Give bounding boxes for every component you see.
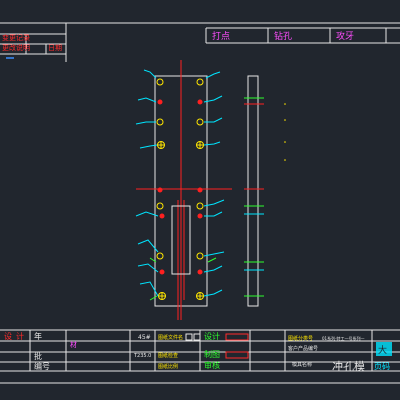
title-label-number: 编号 <box>34 361 50 371</box>
customer-label: 客户产品编号 <box>288 345 318 352</box>
part-field-file: 图纸文件名 <box>158 334 183 341</box>
title-label-year: 年 <box>34 331 42 341</box>
date-label: 日期 <box>48 44 62 52</box>
title-label-design: 设 <box>4 331 12 341</box>
change-description-label: 更改说明 <box>2 43 30 52</box>
process-item-tap[interactable]: 攻牙 <box>336 30 354 42</box>
part-field-check: 图纸检查 <box>158 352 178 359</box>
material-label: 材 <box>70 340 77 349</box>
drawing-number-value: 01系列-特工一号系列一 <box>322 335 365 341</box>
title-block: 设 计 年 批 编号 材 45# T235.0 图纸文件名 图纸检查 图纸比例 … <box>0 330 400 373</box>
page-number-label: 页码 <box>374 362 390 371</box>
part-name: 冲孔模 <box>332 359 365 373</box>
product-name-label: 模具名称 <box>292 361 312 368</box>
heat-treatment-value: T235.0 <box>133 353 151 359</box>
process-item-drill[interactable]: 钻孔 <box>274 30 292 42</box>
revision-record-label: 变更记录 <box>2 33 30 42</box>
process-item-dot[interactable]: 打点 <box>212 30 230 42</box>
drawing-number-label: 图纸分类号 <box>288 335 313 342</box>
review-label: 审核 <box>204 360 220 370</box>
part-side-view[interactable] <box>244 75 286 307</box>
title-label-calc: 计 <box>16 331 24 341</box>
design-label: 设计 <box>204 331 220 341</box>
title-label-batch: 批 <box>34 351 42 361</box>
part-front-view[interactable] <box>135 60 232 320</box>
drawing-label: 制图 <box>204 349 220 359</box>
process-bar: 打点 钻孔 攻牙 <box>205 27 400 44</box>
part-field-scale: 图纸比例 <box>158 363 178 370</box>
corner-label-big: 大 <box>378 344 387 356</box>
material-value: 45# <box>138 334 151 341</box>
cad-drawing-canvas[interactable]: 变更记录 更改说明 日期 打点 钻孔 攻牙 设 计 年 批 编号 材 45# T… <box>0 0 400 400</box>
